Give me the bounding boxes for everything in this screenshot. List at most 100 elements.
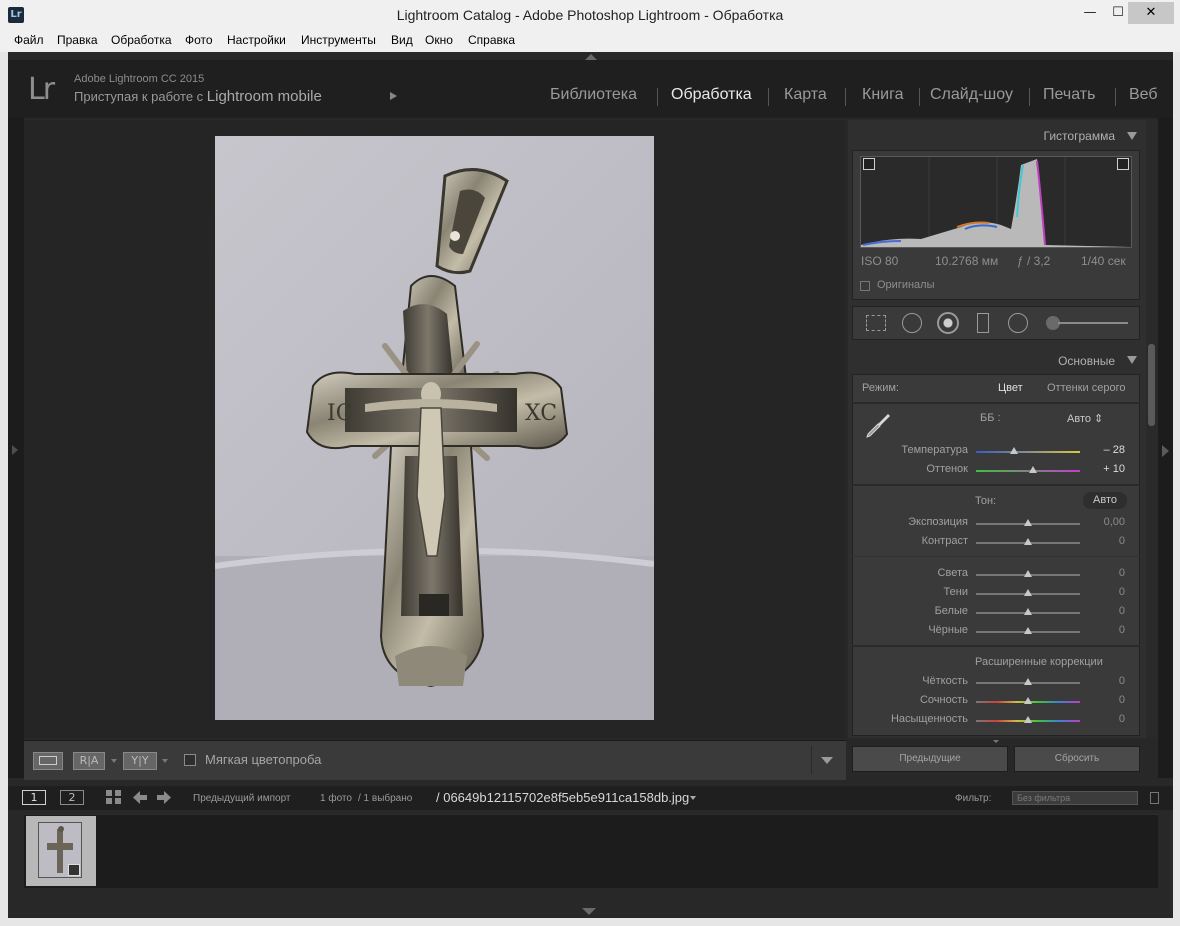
mobile-tagline[interactable]: Приступая к работе с Lightroom mobile — [74, 88, 322, 105]
module-slideshow[interactable]: Слайд-шоу — [930, 86, 1013, 104]
histogram-collapse-icon[interactable] — [1127, 132, 1137, 140]
slider-label[interactable]: Чёткость — [860, 675, 968, 687]
slider-track[interactable] — [976, 451, 1080, 453]
filmstrip[interactable] — [24, 814, 1158, 888]
second-window-button[interactable]: 2 — [60, 790, 84, 805]
before-after-tb-button[interactable]: Y|Y — [123, 752, 157, 770]
slider-thumb[interactable] — [1024, 589, 1032, 596]
filter-lock-icon[interactable] — [1150, 792, 1159, 804]
slider-label[interactable]: Тени — [860, 586, 968, 598]
slider-thumb[interactable] — [1024, 697, 1032, 704]
menu-window[interactable]: Окно — [425, 33, 453, 47]
menu-help[interactable]: Справка — [468, 33, 515, 47]
softproof-checkbox[interactable] — [184, 754, 196, 766]
filename-dropdown-icon[interactable] — [690, 796, 696, 800]
slider-label[interactable]: Насыщенность — [860, 713, 968, 725]
module-develop[interactable]: Обработка — [671, 86, 752, 104]
photo-preview[interactable]: IC XC — [215, 136, 654, 720]
minimize-button[interactable]: — — [1076, 2, 1104, 24]
slider-value[interactable]: 0 — [1085, 586, 1125, 598]
slider-thumb[interactable] — [1024, 608, 1032, 615]
close-button[interactable]: ✕ — [1128, 2, 1174, 24]
reset-button[interactable]: Сбросить — [1014, 746, 1140, 772]
histogram-graph[interactable] — [860, 156, 1132, 248]
slider-label[interactable]: Света — [860, 567, 968, 579]
slider-label[interactable]: Контраст — [860, 535, 968, 547]
radial-filter-icon[interactable] — [1008, 313, 1028, 333]
menu-edit[interactable]: Правка — [57, 33, 98, 47]
slider-label[interactable]: Оттенок — [860, 463, 968, 475]
right-panel-collapse-icon[interactable] — [1162, 445, 1169, 457]
tone-auto-button[interactable]: Авто — [1083, 492, 1127, 509]
slider-value[interactable]: + 10 — [1085, 463, 1125, 475]
back-arrow-icon[interactable] — [132, 790, 148, 805]
before-after-lr-dropdown-icon[interactable] — [111, 759, 117, 763]
before-after-lr-button[interactable]: R|A — [73, 752, 105, 770]
menu-develop[interactable]: Обработка — [111, 33, 172, 47]
slider-value[interactable]: 0 — [1085, 605, 1125, 617]
slider-thumb[interactable] — [1024, 627, 1032, 634]
slider-label[interactable]: Чёрные — [860, 624, 968, 636]
module-print[interactable]: Печать — [1043, 86, 1095, 104]
toolbar-options-chevron-icon[interactable] — [821, 757, 833, 764]
graduated-filter-icon[interactable] — [977, 313, 989, 333]
play-arrow-icon[interactable] — [390, 92, 397, 100]
histogram-panel-title[interactable]: Гистограмма — [1000, 129, 1115, 143]
slider-thumb[interactable] — [1024, 716, 1032, 723]
basic-collapse-icon[interactable] — [1127, 356, 1137, 364]
filter-select[interactable]: Без фильтра — [1012, 791, 1138, 805]
current-filename[interactable]: / 06649b12115702e8f5eb5e911ca158db.jpg — [436, 790, 689, 805]
treatment-color-button[interactable]: Цвет — [998, 382, 1023, 394]
left-panel-expand-icon[interactable] — [12, 445, 18, 455]
main-window-button[interactable]: 1 — [22, 790, 46, 805]
module-library[interactable]: Библиотека — [550, 86, 637, 104]
filmstrip-source[interactable]: Предыдущий импорт — [193, 793, 291, 804]
loupe-view-button[interactable] — [33, 752, 63, 770]
slider-thumb[interactable] — [1024, 678, 1032, 685]
scrollbar-thumb[interactable] — [1148, 344, 1155, 426]
slider-value[interactable]: 0 — [1085, 675, 1125, 687]
treatment-gray-button[interactable]: Оттенки серого — [1047, 382, 1125, 394]
wb-preset-select[interactable]: Авто ⇕ — [1067, 412, 1103, 425]
menu-photo[interactable]: Фото — [185, 33, 213, 47]
slider-label[interactable]: Белые — [860, 605, 968, 617]
previous-settings-button[interactable]: Предыдущие — [852, 746, 1008, 772]
module-map[interactable]: Карта — [784, 86, 827, 104]
originals-label[interactable]: Оригиналы — [877, 279, 935, 291]
slider-thumb[interactable] — [1024, 538, 1032, 545]
slider-value[interactable]: – 28 — [1085, 444, 1125, 456]
slider-value[interactable]: 0 — [1085, 535, 1125, 547]
basic-panel-title[interactable]: Основные — [1000, 354, 1115, 368]
bottom-panel-toggle-icon[interactable] — [582, 908, 596, 915]
originals-checkbox[interactable] — [860, 281, 870, 291]
slider-thumb[interactable] — [1024, 570, 1032, 577]
slider-thumb[interactable] — [1010, 447, 1019, 454]
before-after-tb-dropdown-icon[interactable] — [162, 759, 168, 763]
slider-thumb[interactable] — [1024, 519, 1032, 526]
slider-label[interactable]: Экспозиция — [860, 516, 968, 528]
white-balance-eyedropper[interactable] — [862, 410, 894, 442]
grid-view-icon[interactable] — [106, 790, 122, 805]
highlight-clipping-toggle[interactable] — [1117, 158, 1129, 170]
menu-file[interactable]: Файл — [14, 33, 44, 47]
slider-thumb[interactable] — [1029, 466, 1038, 473]
softproof-label[interactable]: Мягкая цветопроба — [205, 752, 321, 767]
slider-value[interactable]: 0 — [1085, 624, 1125, 636]
red-eye-icon[interactable] — [937, 312, 959, 334]
module-book[interactable]: Книга — [862, 86, 903, 104]
shadow-clipping-toggle[interactable] — [863, 158, 875, 170]
menu-tools[interactable]: Инструменты — [301, 33, 376, 47]
right-panel-scrollbar[interactable] — [1146, 120, 1158, 738]
forward-arrow-icon[interactable] — [156, 790, 172, 805]
slider-track[interactable] — [976, 470, 1080, 472]
module-web[interactable]: Веб — [1129, 86, 1158, 104]
brush-slider-track[interactable] — [1058, 322, 1128, 324]
slider-value[interactable]: 0 — [1085, 713, 1125, 725]
slider-label[interactable]: Температура — [860, 444, 968, 456]
slider-value[interactable]: 0,00 — [1085, 516, 1125, 528]
slider-label[interactable]: Сочность — [860, 694, 968, 706]
slider-value[interactable]: 0 — [1085, 694, 1125, 706]
crop-overlay-icon[interactable] — [866, 315, 886, 331]
slider-value[interactable]: 0 — [1085, 567, 1125, 579]
menu-settings[interactable]: Настройки — [227, 33, 286, 47]
